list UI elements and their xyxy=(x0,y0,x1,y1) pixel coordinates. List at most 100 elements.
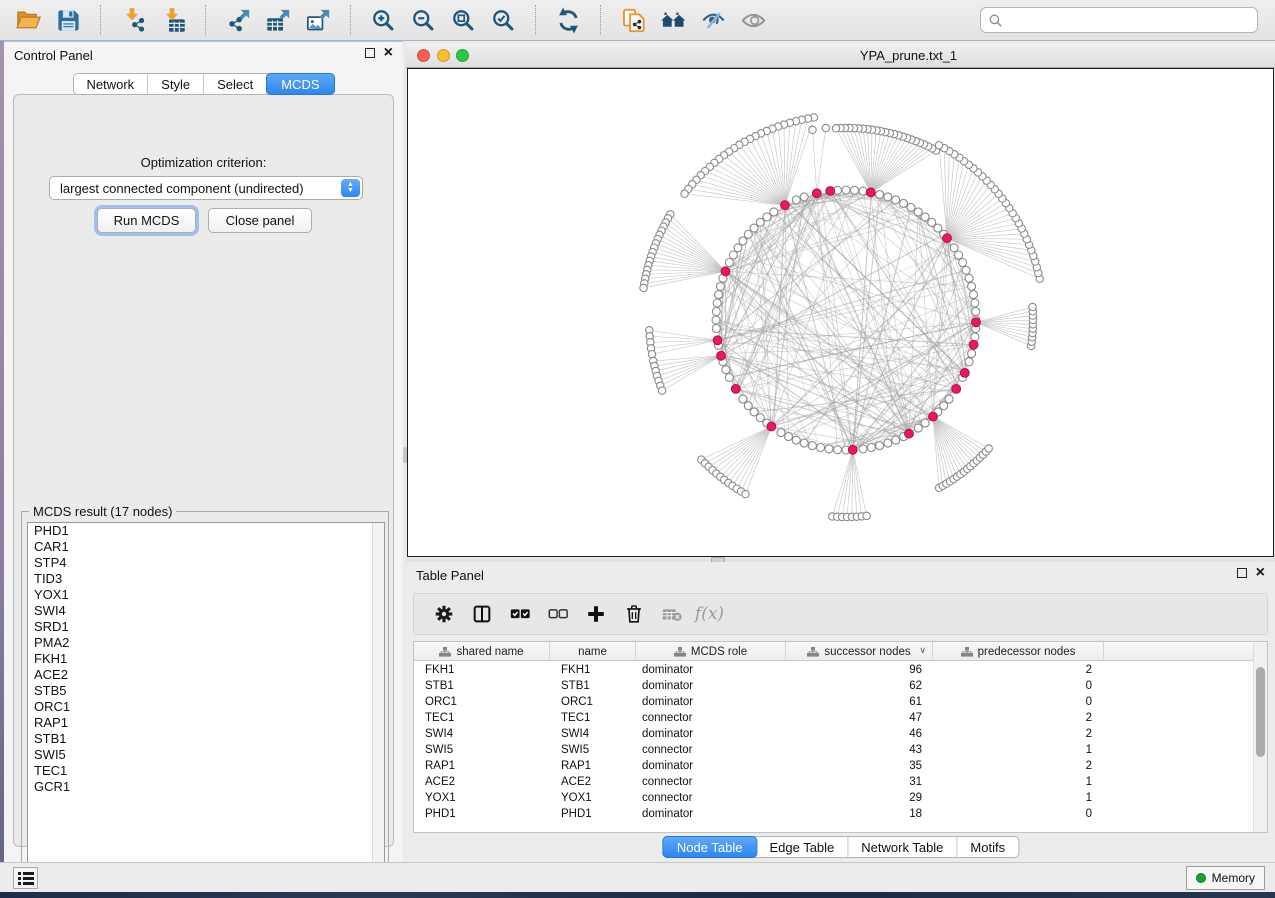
tab-network[interactable]: Network xyxy=(73,74,148,94)
tab-mcds[interactable]: MCDS xyxy=(266,73,334,95)
cell-shared-name: RAP1 xyxy=(414,758,550,774)
mcds-result-list[interactable]: PHD1CAR1STP4TID3YOX1SWI4SRD1PMA2FKH1ACE2… xyxy=(27,522,385,875)
import-network-button[interactable] xyxy=(113,3,153,37)
toolbar-separator xyxy=(350,5,351,35)
open-recent-houses-button[interactable] xyxy=(653,3,693,37)
table-row[interactable]: RAP1RAP1dominator352 xyxy=(414,758,1267,774)
export-network-button[interactable] xyxy=(218,3,258,37)
export-image-button[interactable] xyxy=(298,3,338,37)
table-row[interactable]: FKH1FKH1dominator962 xyxy=(414,662,1267,678)
import-table-icon xyxy=(160,7,187,34)
network-title: YPA_prune.txt_1 xyxy=(474,48,1275,63)
column-header-name[interactable]: name xyxy=(550,642,636,661)
result-node[interactable]: TID3 xyxy=(28,571,384,587)
close-table-panel-icon[interactable]: × xyxy=(1256,567,1265,579)
float-table-panel-icon[interactable] xyxy=(1237,568,1247,578)
gear-button[interactable] xyxy=(428,598,459,630)
table-row[interactable]: SWI5SWI5connector431 xyxy=(414,742,1267,758)
zoom-traffic-light[interactable] xyxy=(456,49,469,62)
close-panel-button[interactable]: Close panel xyxy=(208,208,312,233)
result-node[interactable]: YOX1 xyxy=(28,587,384,603)
log-console-button[interactable] xyxy=(13,867,38,889)
column-header-MCDS-role[interactable]: MCDS role xyxy=(636,642,786,661)
hide-glasses-button[interactable] xyxy=(693,3,733,37)
float-panel-icon[interactable] xyxy=(365,48,375,58)
export-table-button[interactable] xyxy=(258,3,298,37)
table-panel: Table Panel × f(x) shared namenameMCDS r… xyxy=(406,562,1275,862)
network-canvas[interactable] xyxy=(407,68,1274,557)
search-input[interactable] xyxy=(1008,13,1250,28)
column-header-shared-name[interactable]: shared name xyxy=(414,642,550,661)
column-header-successor-nodes[interactable]: successor nodes∨ xyxy=(786,642,933,661)
cell-name: YOX1 xyxy=(550,790,636,806)
import-table-button[interactable] xyxy=(153,3,193,37)
save-session-button[interactable] xyxy=(48,3,88,37)
criterion-dropdown[interactable]: largest connected component (undirected)… xyxy=(49,176,363,200)
vertical-splitter-handle[interactable] xyxy=(403,447,407,463)
tab-style[interactable]: Style xyxy=(148,74,204,94)
run-mcds-button[interactable]: Run MCDS xyxy=(97,208,196,233)
result-node[interactable]: TEC1 xyxy=(28,763,384,779)
cell-MCDS-role: connector xyxy=(636,742,786,758)
close-traffic-light[interactable] xyxy=(417,49,430,62)
table-row[interactable]: ORC1ORC1dominator610 xyxy=(414,694,1267,710)
zoom-fit-button[interactable] xyxy=(443,3,483,37)
table-scrollbar[interactable] xyxy=(1253,643,1267,832)
search-box[interactable] xyxy=(980,7,1258,33)
result-node[interactable]: RAP1 xyxy=(28,715,384,731)
table-row[interactable]: TEC1TEC1connector472 xyxy=(414,710,1267,726)
open-file-button[interactable] xyxy=(8,3,48,37)
result-node[interactable]: PMA2 xyxy=(28,635,384,651)
table-row[interactable]: STB1STB1dominator620 xyxy=(414,678,1267,694)
result-node[interactable]: SWI4 xyxy=(28,603,384,619)
result-node[interactable]: CAR1 xyxy=(28,539,384,555)
table-row[interactable]: SWI4SWI4dominator462 xyxy=(414,726,1267,742)
minimize-traffic-light[interactable] xyxy=(437,49,450,62)
network-ring-nodes[interactable] xyxy=(640,114,1044,521)
tab-motifs[interactable]: Motifs xyxy=(957,837,1018,857)
result-node[interactable]: SWI5 xyxy=(28,747,384,763)
scrollbar-thumb[interactable] xyxy=(1256,667,1265,757)
zoom-selected-button[interactable] xyxy=(483,3,523,37)
result-node[interactable]: STB5 xyxy=(28,683,384,699)
trash-button[interactable] xyxy=(618,598,649,630)
toolbar-separator xyxy=(205,5,206,35)
refresh-view-button[interactable] xyxy=(548,3,588,37)
tab-select[interactable]: Select xyxy=(204,74,267,94)
deselect-checkboxes-button[interactable] xyxy=(542,598,573,630)
control-panel-titlebar: Control Panel × xyxy=(4,42,403,68)
result-node[interactable]: ACE2 xyxy=(28,667,384,683)
delete-table-icon xyxy=(661,603,683,625)
result-node[interactable]: ORC1 xyxy=(28,699,384,715)
table-row[interactable]: PHD1PHD1dominator180 xyxy=(414,806,1267,822)
memory-button[interactable]: Memory xyxy=(1186,866,1265,890)
close-panel-icon[interactable]: × xyxy=(384,47,393,59)
result-node[interactable]: STB1 xyxy=(28,731,384,747)
result-node[interactable]: PHD1 xyxy=(28,523,384,539)
show-eye-button[interactable] xyxy=(733,3,773,37)
result-node[interactable]: GCR1 xyxy=(28,779,384,795)
select-all-checkboxes-button[interactable] xyxy=(504,598,535,630)
result-node[interactable]: FKH1 xyxy=(28,651,384,667)
clone-network-button[interactable] xyxy=(613,3,653,37)
split-columns-button[interactable] xyxy=(466,598,497,630)
result-scrollbar[interactable] xyxy=(372,523,384,874)
cell-predecessor-nodes: 1 xyxy=(933,790,1104,806)
cell-successor-nodes: 96 xyxy=(786,662,933,678)
tab-network-table[interactable]: Network Table xyxy=(848,837,957,857)
table-row[interactable]: YOX1YOX1connector291 xyxy=(414,790,1267,806)
cell-successor-nodes: 29 xyxy=(786,790,933,806)
result-node[interactable]: SRD1 xyxy=(28,619,384,635)
table-row[interactable]: ACE2ACE2connector311 xyxy=(414,774,1267,790)
export-network-icon xyxy=(225,7,252,34)
zoom-out-button[interactable] xyxy=(403,3,443,37)
result-node[interactable]: STP4 xyxy=(28,555,384,571)
cell-shared-name: YOX1 xyxy=(414,790,550,806)
tab-edge-table[interactable]: Edge Table xyxy=(756,837,848,857)
control-panel: Control Panel × NetworkStyleSelectMCDS O… xyxy=(4,41,403,862)
tab-node-table[interactable]: Node Table xyxy=(662,836,758,858)
cell-predecessor-nodes: 0 xyxy=(933,694,1104,710)
add-button[interactable] xyxy=(580,598,611,630)
zoom-in-button[interactable] xyxy=(363,3,403,37)
column-header-predecessor-nodes[interactable]: predecessor nodes xyxy=(933,642,1104,661)
